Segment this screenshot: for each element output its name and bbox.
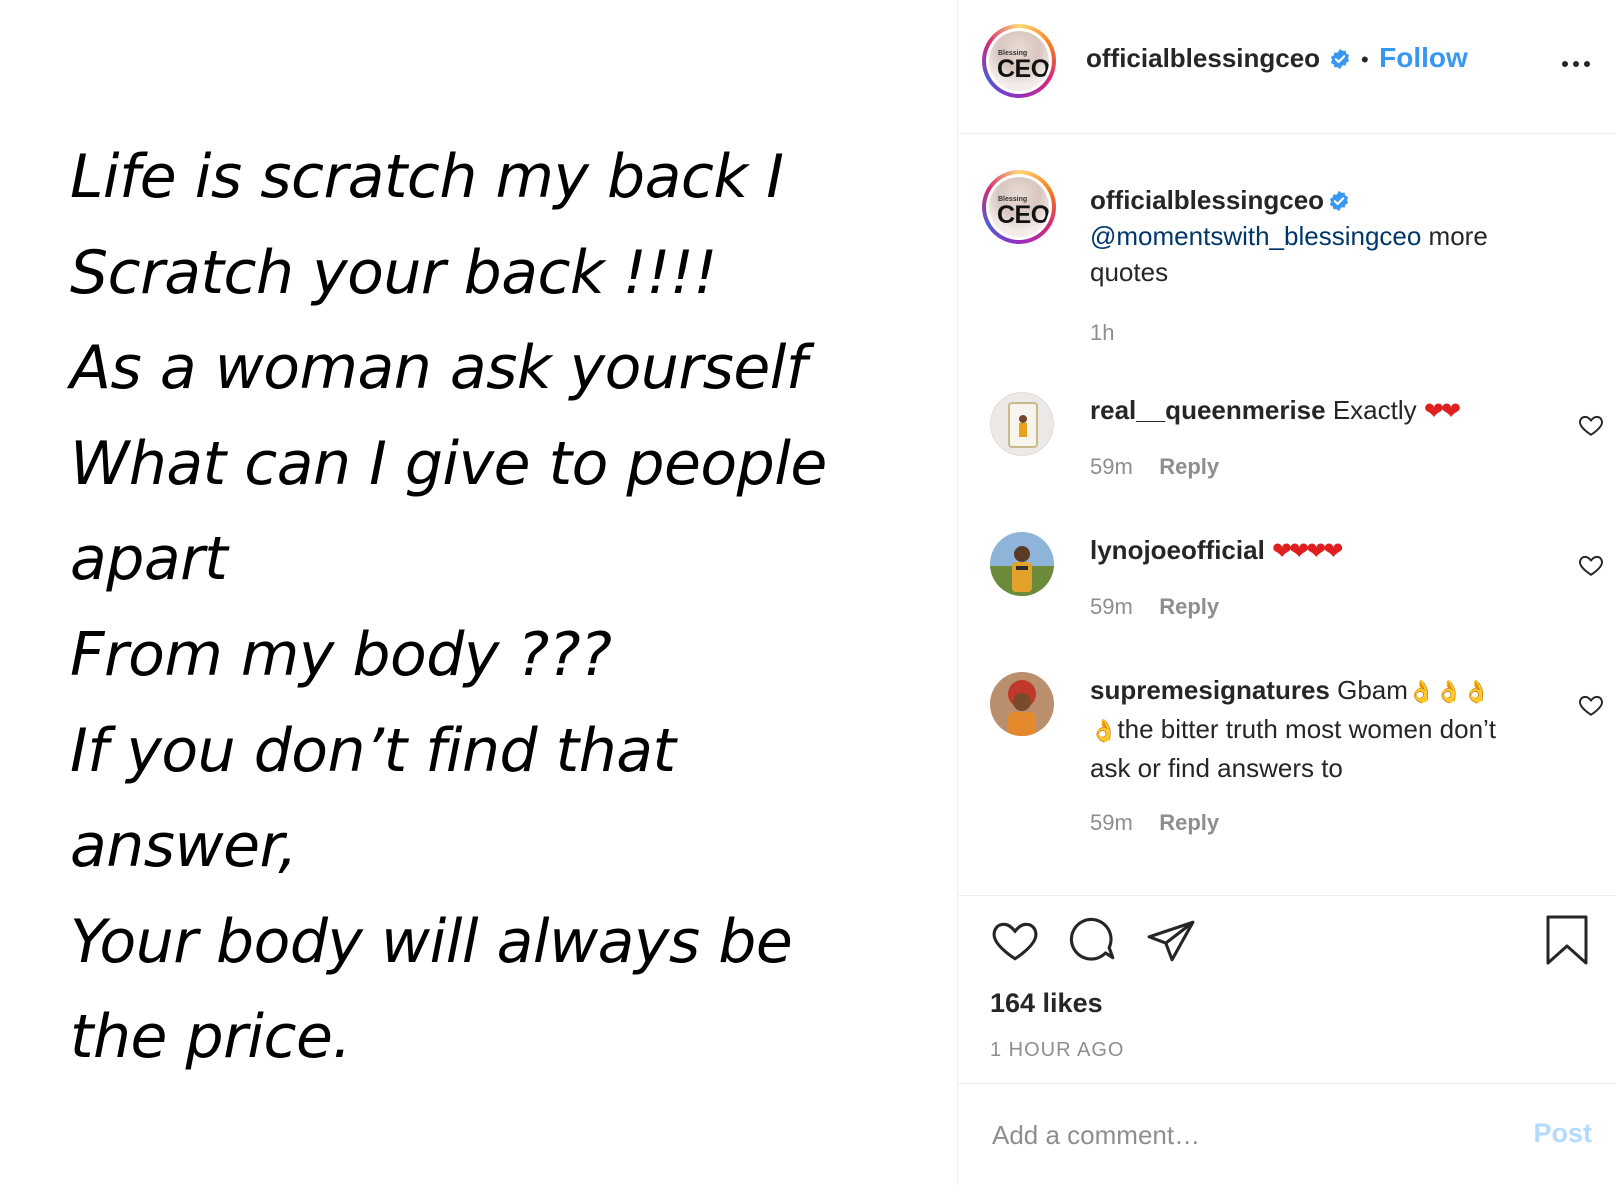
verified-badge-icon xyxy=(1330,190,1349,212)
caption-text: officialblessingceo @momentswith_blessin… xyxy=(1090,182,1570,290)
post-image[interactable]: Life is scratch my back I Scratch your b… xyxy=(0,0,958,1186)
quote-line: Life is scratch my back I xyxy=(70,142,784,212)
post-side-panel: Blessing CEO officialblessingceo • Follo… xyxy=(958,0,1616,1186)
comment-emoji: 👌 xyxy=(1090,719,1118,744)
commenter-avatar[interactable] xyxy=(990,392,1054,456)
more-options-icon[interactable] xyxy=(1558,46,1594,82)
post-header: Blessing CEO officialblessingceo • Follo… xyxy=(958,0,1616,134)
caption-avatar[interactable]: Blessing CEO xyxy=(982,170,1056,244)
comment-username[interactable]: lynojoeofficial xyxy=(1090,535,1265,565)
comment-3: supremesignatures Gbam👌👌👌 👌the bitter tr… xyxy=(1090,672,1540,786)
comment-text: the bitter truth most women don’t ask or… xyxy=(1090,714,1497,783)
comment-meta: 59m Reply xyxy=(1090,594,1219,620)
comment-emoji: 👌👌👌 xyxy=(1407,680,1491,705)
comment-like-heart-icon[interactable] xyxy=(1578,412,1604,438)
add-comment-input[interactable] xyxy=(990,1114,1494,1156)
comment-username[interactable]: real__queenmerise xyxy=(1090,395,1326,425)
post-comment-button[interactable]: Post xyxy=(1533,1118,1592,1149)
quote-line: Scratch your back !!!! xyxy=(70,237,717,308)
comment-emoji: ❤❤ xyxy=(1423,397,1461,425)
comment-1: real__queenmerise Exactly ❤❤ xyxy=(1090,392,1530,429)
separator-dot: • xyxy=(1360,47,1369,72)
caption-time: 1h xyxy=(1090,320,1115,345)
quote-text: Life is scratch my back I Scratch your b… xyxy=(70,130,940,1086)
quote-line: If you don’t find that xyxy=(70,715,676,786)
comment-emoji: ❤❤❤❤ xyxy=(1272,537,1343,565)
comment-icon[interactable] xyxy=(1068,916,1118,966)
header-user-line: officialblessingceo • Follow xyxy=(1086,42,1468,74)
quote-line: apart xyxy=(70,524,228,595)
caption-username[interactable]: officialblessingceo xyxy=(1090,185,1324,215)
author-username[interactable]: officialblessingceo xyxy=(1086,43,1320,73)
share-icon[interactable] xyxy=(1146,916,1196,966)
comment-meta: 59m Reply xyxy=(1090,454,1219,480)
post-timestamp: 1 HOUR AGO xyxy=(990,1039,1125,1061)
comment-text: Exactly xyxy=(1332,395,1424,425)
commenter-photo xyxy=(990,532,1054,596)
comment-time: 59m xyxy=(1090,810,1133,835)
avatar-logo-big: CEO xyxy=(997,201,1049,229)
quote-line: the price. xyxy=(70,1002,351,1073)
comment-time: 59m xyxy=(1090,454,1133,479)
verified-badge-icon xyxy=(1330,48,1349,70)
commenter-avatar[interactable] xyxy=(990,532,1054,596)
bookmark-icon[interactable] xyxy=(1544,914,1590,966)
quote-line: As a woman ask yourself xyxy=(70,333,807,404)
quote-line: From my body ??? xyxy=(70,619,612,690)
comment-username[interactable]: supremesignatures xyxy=(1090,675,1330,705)
comment-text: Gbam xyxy=(1337,675,1408,705)
comment-meta: 59m Reply xyxy=(1090,810,1219,836)
quote-line: answer, xyxy=(70,811,297,882)
action-bar: 164 likes 1 HOUR AGO xyxy=(958,895,1616,1085)
avatar-logo-big: CEO xyxy=(997,55,1049,83)
comment-box: Post xyxy=(958,1083,1616,1186)
reply-button[interactable]: Reply xyxy=(1159,594,1219,619)
comment-time: 59m xyxy=(1090,594,1133,619)
reply-button[interactable]: Reply xyxy=(1159,810,1219,835)
commenter-photo xyxy=(991,393,1053,455)
comment-like-heart-icon[interactable] xyxy=(1578,552,1604,578)
reply-button[interactable]: Reply xyxy=(1159,454,1219,479)
quote-line: What can I give to people xyxy=(70,428,827,499)
commenter-photo xyxy=(990,672,1054,736)
comment-like-heart-icon[interactable] xyxy=(1578,692,1604,718)
heart-icon[interactable] xyxy=(990,916,1040,966)
caption-mention-link[interactable]: @momentswith_blessingceo xyxy=(1090,221,1421,251)
commenter-avatar[interactable] xyxy=(990,672,1054,736)
follow-button[interactable]: Follow xyxy=(1379,42,1468,73)
likes-count[interactable]: 164 likes xyxy=(990,988,1103,1019)
comment-2: lynojoeofficial ❤❤❤❤ xyxy=(1090,532,1530,569)
author-avatar[interactable]: Blessing CEO xyxy=(982,24,1056,98)
quote-line: Your body will always be xyxy=(70,906,793,977)
